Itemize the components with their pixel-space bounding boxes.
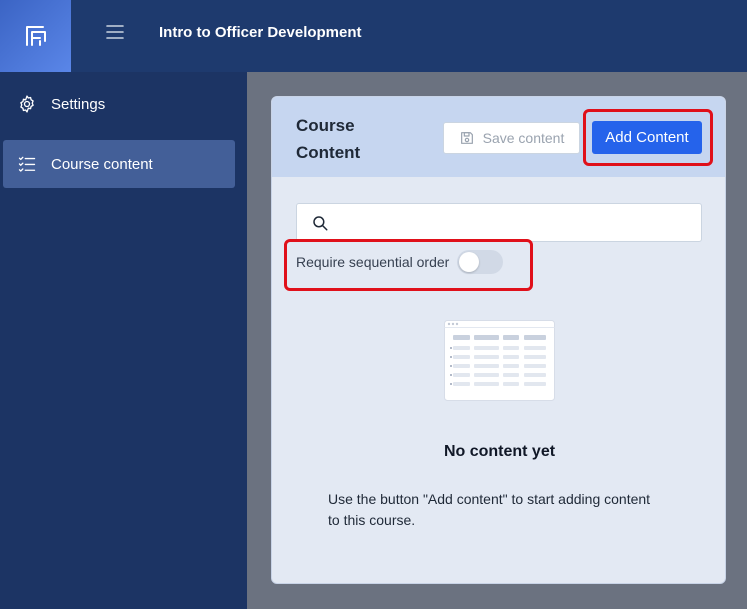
toggle-knob	[459, 252, 480, 272]
search-icon	[311, 214, 329, 232]
sidebar-item-label: Course content	[51, 155, 153, 173]
save-content-button[interactable]: Save content	[443, 122, 580, 154]
sequential-order-row: Require sequential order	[296, 250, 504, 274]
empty-table-illustration	[444, 320, 555, 406]
empty-state-description: Use the button "Add content" to start ad…	[328, 491, 651, 528]
hamburger-icon	[106, 25, 124, 39]
add-content-button[interactable]: Add Content	[592, 121, 702, 154]
sidebar: Settings Course content	[0, 72, 247, 609]
course-title: Intro to Officer Development	[159, 24, 362, 41]
top-bar: Intro to Officer Development	[0, 0, 747, 72]
course-content-panel: Course Content Save content Add Content …	[271, 96, 726, 584]
sequential-order-label: Require sequential order	[296, 254, 450, 270]
save-content-label: Save content	[482, 130, 565, 146]
search-field[interactable]	[296, 203, 702, 242]
app-logo[interactable]	[0, 0, 71, 72]
list-check-icon	[15, 152, 39, 176]
panel-title: Course Content	[296, 116, 361, 162]
menu-toggle-button[interactable]	[103, 21, 127, 43]
sidebar-item-label: Settings	[51, 95, 106, 113]
sequential-order-toggle[interactable]	[457, 250, 504, 274]
empty-state-title: No content yet	[443, 443, 556, 460]
search-input[interactable]	[337, 207, 701, 238]
sidebar-item-course-content[interactable]: Course content	[3, 140, 235, 188]
gear-icon	[15, 92, 39, 116]
sidebar-item-settings[interactable]: Settings	[3, 80, 235, 128]
logo-icon	[25, 26, 46, 46]
panel-header: Course Content Save content Add Content	[272, 97, 725, 177]
save-icon	[459, 130, 475, 146]
